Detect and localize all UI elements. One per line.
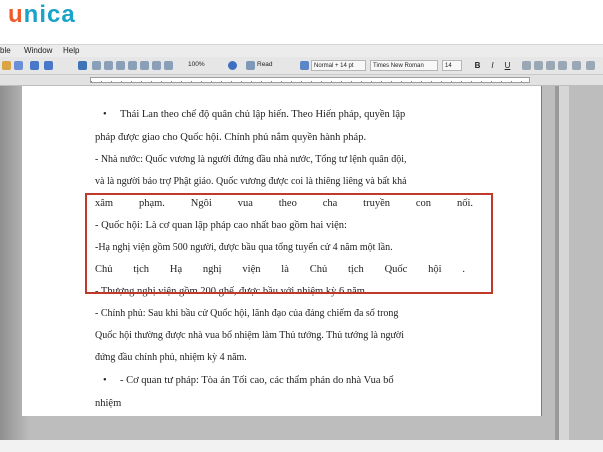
menu-bar: ble Window Help xyxy=(0,44,603,57)
highlight-box xyxy=(85,193,493,294)
document-map-icon[interactable] xyxy=(152,61,161,70)
undo-icon[interactable] xyxy=(30,61,39,70)
insert-excel-icon[interactable] xyxy=(116,61,125,70)
font-size-dropdown[interactable]: 14 xyxy=(442,60,462,71)
paste-icon[interactable] xyxy=(2,61,11,70)
bullet-1: • xyxy=(103,109,107,120)
columns-icon[interactable] xyxy=(128,61,137,70)
redo-icon[interactable] xyxy=(44,61,53,70)
menu-item-help[interactable]: Help xyxy=(63,46,79,55)
bottom-strip xyxy=(0,440,603,452)
line-spacing-icon[interactable] xyxy=(572,61,581,70)
doc-line-1: Thái Lan theo chế độ quân chủ lập hiến. … xyxy=(120,109,406,120)
doc-line-12: đứng đầu chính phủ, nhiệm kỳ 4 năm. xyxy=(95,352,247,363)
align-center-icon[interactable] xyxy=(534,61,543,70)
font-dropdown[interactable]: Times New Roman xyxy=(370,60,438,71)
justify-icon[interactable] xyxy=(558,61,567,70)
hyperlink-icon[interactable] xyxy=(78,61,87,70)
align-left-icon[interactable] xyxy=(522,61,531,70)
style-dropdown[interactable]: Normal + 14 pt xyxy=(311,60,366,71)
unica-logo: unica xyxy=(8,1,76,28)
numbering-icon[interactable] xyxy=(586,61,595,70)
menu-item-table[interactable]: ble xyxy=(0,46,11,55)
zoom-value[interactable]: 100% xyxy=(188,61,205,68)
drawing-icon[interactable] xyxy=(140,61,149,70)
horizontal-ruler[interactable] xyxy=(0,75,603,86)
format-painter-icon[interactable] xyxy=(14,61,23,70)
formatting-toolbar: 100% Read Normal + 14 pt Times New Roman… xyxy=(0,57,603,75)
ruler-scale xyxy=(90,77,530,83)
read-icon[interactable] xyxy=(246,61,255,70)
doc-line-3: - Nhà nước: Quốc vương là người đứng đầu… xyxy=(95,154,407,165)
italic-button[interactable]: I xyxy=(487,60,498,71)
menu-item-window[interactable]: Window xyxy=(24,46,52,55)
doc-line-14: nhiệm xyxy=(95,398,122,409)
tables-borders-icon[interactable] xyxy=(92,61,101,70)
brand-bar: unica xyxy=(0,0,603,30)
doc-line-13: - Cơ quan tư pháp: Tòa án Tối cao, các t… xyxy=(120,375,394,386)
bullet-2: • xyxy=(103,375,107,386)
doc-line-11: Quốc hội thường được nhà vua bổ nhiệm là… xyxy=(95,330,404,341)
doc-line-10: - Chính phủ: Sau khi bầu cử Quốc hội, lã… xyxy=(95,308,399,319)
underline-button[interactable]: U xyxy=(502,60,513,71)
bold-button[interactable]: B xyxy=(472,60,483,71)
show-hide-icon[interactable] xyxy=(164,61,173,70)
align-right-icon[interactable] xyxy=(546,61,555,70)
help-icon[interactable] xyxy=(228,61,237,70)
vertical-scrollbar[interactable] xyxy=(559,86,569,440)
read-button[interactable]: Read xyxy=(257,61,273,68)
doc-line-2: pháp được giao cho Quốc hội. Chính phủ n… xyxy=(95,132,367,143)
styles-icon[interactable] xyxy=(300,61,309,70)
insert-table-icon[interactable] xyxy=(104,61,113,70)
doc-line-4: và là người bảo trợ Phật giáo. Quốc vươn… xyxy=(95,176,407,187)
